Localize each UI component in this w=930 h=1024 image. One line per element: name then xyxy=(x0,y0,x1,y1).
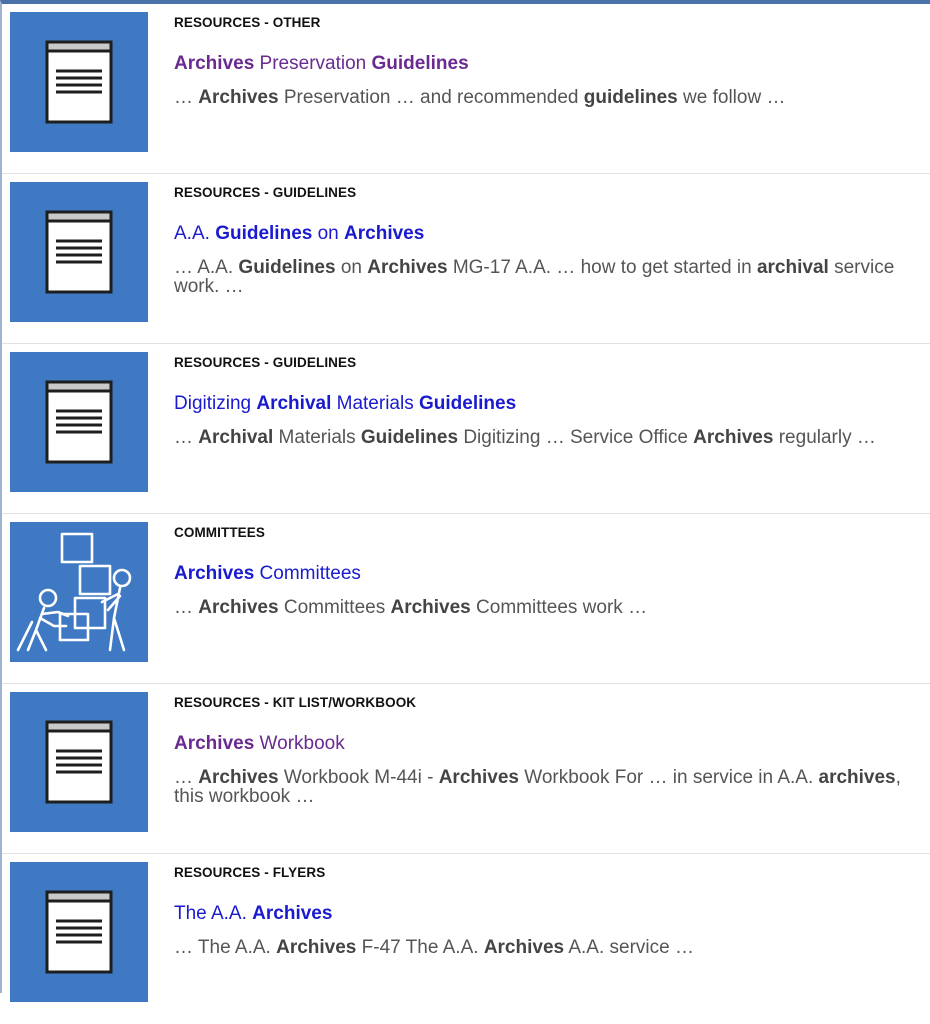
snippet-segment: … xyxy=(174,427,199,448)
result-text: RESOURCES - GUIDELINES Digitizing Archiva… xyxy=(174,354,930,447)
snippet-segment: Archives xyxy=(198,87,279,108)
result-category: RESOURCES - FLYERS xyxy=(174,865,326,880)
document-icon xyxy=(45,40,113,124)
document-icon xyxy=(45,890,113,974)
search-results-list: RESOURCES - OTHER Archives Preservation G… xyxy=(0,0,930,1002)
result-thumbnail[interactable] xyxy=(10,352,148,492)
title-segment: A.A. xyxy=(174,223,216,244)
snippet-segment: Workbook M-44i - xyxy=(278,767,439,788)
snippet-segment: … xyxy=(174,767,199,788)
snippet-segment: Workbook For … in service in A.A. xyxy=(518,767,819,788)
title-segment: Archives xyxy=(174,733,255,754)
snippet-segment: Archives xyxy=(438,767,519,788)
result-thumbnail[interactable] xyxy=(10,12,148,152)
title-segment: Guidelines xyxy=(215,223,313,244)
snippet-segment: guidelines xyxy=(583,87,678,108)
result-text: RESOURCES - KIT LIST/WORKBOOK Archives Wo… xyxy=(174,694,930,806)
result-thumbnail[interactable] xyxy=(10,182,148,322)
result-text: RESOURCES - FLYERS The A.A. Archives… The… xyxy=(174,864,930,957)
title-segment: Archives xyxy=(174,53,255,74)
result-snippet: … The A.A. Archives F-47 The A.A. Archiv… xyxy=(174,938,930,957)
title-segment: Materials xyxy=(331,393,419,414)
snippet-segment: Archives xyxy=(198,597,279,618)
result-thumbnail[interactable] xyxy=(10,862,148,1002)
title-segment: Archival xyxy=(256,393,332,414)
title-segment: Digitizing xyxy=(174,393,257,414)
snippet-segment: … xyxy=(174,597,199,618)
snippet-segment: Archives xyxy=(367,257,448,278)
snippet-segment: regularly … xyxy=(773,427,876,448)
snippet-segment: Preservation … and recommended xyxy=(278,87,584,108)
result-category: RESOURCES - GUIDELINES xyxy=(174,185,357,200)
snippet-segment: Archives xyxy=(198,767,279,788)
snippet-segment: archival xyxy=(756,257,829,278)
result-item: RESOURCES - FLYERS The A.A. Archives… The… xyxy=(2,854,930,1024)
snippet-segment: … The A.A. xyxy=(174,937,277,958)
snippet-segment: Guidelines xyxy=(238,257,336,278)
snippet-segment: Archives xyxy=(693,427,774,448)
title-segment: Guidelines xyxy=(419,393,517,414)
result-title-link[interactable]: Archives Workbook xyxy=(174,732,345,756)
result-title-link[interactable]: Digitizing Archival Materials Guidelines xyxy=(174,392,516,416)
snippet-segment: … xyxy=(174,87,199,108)
snippet-segment: Archives xyxy=(390,597,471,618)
result-title-link[interactable]: The A.A. Archives xyxy=(174,902,332,926)
result-item: COMMITTEES Archives Committees… Archives … xyxy=(2,514,930,684)
snippet-segment: we follow … xyxy=(677,87,786,108)
result-item: RESOURCES - GUIDELINES Digitizing Archiva… xyxy=(2,344,930,514)
result-category: RESOURCES - OTHER xyxy=(174,15,321,30)
result-title-link[interactable]: Archives Committees xyxy=(174,562,361,586)
result-item: RESOURCES - KIT LIST/WORKBOOK Archives Wo… xyxy=(2,684,930,854)
result-category: RESOURCES - GUIDELINES xyxy=(174,355,357,370)
document-icon xyxy=(45,720,113,804)
title-segment: on xyxy=(312,223,345,244)
result-snippet: … Archival Materials Guidelines Digitizi… xyxy=(174,428,930,447)
title-segment: Archives xyxy=(344,223,425,244)
result-title-link[interactable]: Archives Preservation Guidelines xyxy=(174,52,469,76)
result-title-link[interactable]: A.A. Guidelines on Archives xyxy=(174,222,424,246)
snippet-segment: Materials xyxy=(273,427,361,448)
people-moving-boxes-icon xyxy=(16,532,132,652)
result-category: COMMITTEES xyxy=(174,525,265,540)
result-text: COMMITTEES Archives Committees… Archives … xyxy=(174,524,930,617)
snippet-segment: on xyxy=(335,257,368,278)
result-thumbnail[interactable] xyxy=(10,692,148,832)
title-segment: Preservation xyxy=(254,53,372,74)
title-segment: Committees xyxy=(254,563,361,584)
result-text: RESOURCES - GUIDELINES A.A. Guidelines on… xyxy=(174,184,930,296)
snippet-segment: archives xyxy=(818,767,896,788)
result-text: RESOURCES - OTHER Archives Preservation G… xyxy=(174,14,930,107)
result-thumbnail[interactable] xyxy=(10,522,148,662)
document-icon xyxy=(45,210,113,294)
snippet-segment: A.A. service … xyxy=(564,937,694,958)
snippet-segment: Archives xyxy=(483,937,565,958)
snippet-segment: Committees xyxy=(278,597,391,618)
snippet-segment: Committees work … xyxy=(470,597,648,618)
snippet-segment: … A.A. xyxy=(174,257,239,278)
snippet-segment: Digitizing … Service Office xyxy=(458,427,694,448)
title-segment: Archives xyxy=(174,563,255,584)
snippet-segment: Guidelines xyxy=(360,427,459,448)
result-item: RESOURCES - GUIDELINES A.A. Guidelines on… xyxy=(2,174,930,344)
snippet-segment: Archival xyxy=(198,427,274,448)
result-snippet: … Archives Committees Archives Committee… xyxy=(174,598,930,617)
snippet-segment: MG-17 A.A. … how to get started in xyxy=(447,257,757,278)
result-category: RESOURCES - KIT LIST/WORKBOOK xyxy=(174,695,417,710)
snippet-segment: F-47 The A.A. xyxy=(356,937,484,958)
snippet-segment: Archives xyxy=(276,937,357,958)
title-segment: Archives xyxy=(252,903,333,924)
document-icon xyxy=(45,380,113,464)
result-snippet: … A.A. Guidelines on Archives MG-17 A.A.… xyxy=(174,258,930,296)
result-item: RESOURCES - OTHER Archives Preservation G… xyxy=(2,4,930,174)
result-snippet: … Archives Preservation … and recommende… xyxy=(174,88,930,107)
result-snippet: … Archives Workbook M-44i - Archives Wor… xyxy=(174,768,930,806)
title-segment: Guidelines xyxy=(371,53,469,74)
title-segment: The A.A. xyxy=(174,903,253,924)
title-segment: Workbook xyxy=(254,733,345,754)
